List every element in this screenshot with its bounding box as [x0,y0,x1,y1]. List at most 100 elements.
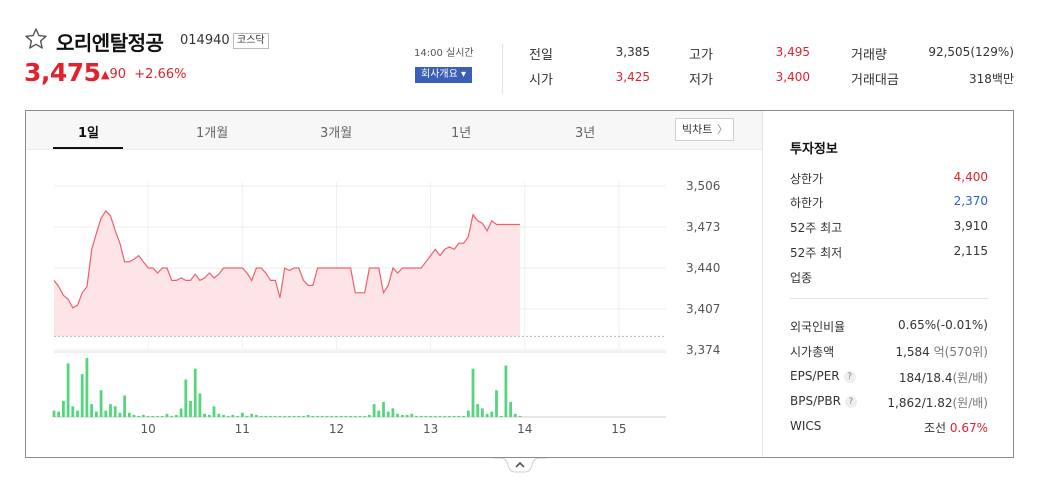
wics-sector[interactable]: 조선 [924,421,946,435]
volume-bar [118,412,122,417]
bps-pbr-unit: (원/배) [952,396,989,410]
price-area-layer [53,209,666,337]
volume-bar [250,413,254,417]
market-cap-rank-unit: 위) [972,345,988,359]
volume-bar [358,415,362,417]
foreign-ratio-number: 0.65% [898,318,937,332]
favorite-star-icon[interactable] [24,27,48,51]
bps-pbr-text: BPS/PBR [790,394,841,408]
x-tick-label: 10 [141,422,156,436]
volume-bar [424,415,428,417]
volume-value: 92,505(129%) [928,45,1014,59]
volume-bar [95,411,98,417]
volume-bar [137,415,141,417]
stock-name: 오리엔탈정공 [56,31,164,55]
volume-bar [457,415,461,417]
eps-per-label: EPS/PER? [790,369,856,383]
volume-bar [156,415,159,417]
volume-bar [99,390,103,417]
volume-bar [264,415,268,417]
tab-1month[interactable]: 1개월 [196,122,228,141]
volume-bar [391,408,395,417]
y-axis-ticks: 3,506 3,473 3,440 3,407 3,374 [686,179,720,357]
week52-high-label: 52주 최고 [790,221,843,235]
low-label: 저가 [689,73,713,88]
volume-bar [410,413,414,417]
bps-pbr-value: 1,862/1.82(원/배) [860,394,988,411]
volume-bar [151,415,155,417]
wics-label: WICS [790,419,822,433]
change-amount: 90 [109,67,127,82]
bps-pbr-label: BPS/PBR? [790,394,857,408]
header-divider [502,44,503,94]
big-chart-button[interactable]: 빅차트 〉 [675,118,734,141]
high-value: 3,495 [775,45,810,59]
tab-3year[interactable]: 3년 [575,122,595,141]
eps-per-text: EPS/PER [790,369,840,383]
foreign-ratio-label: 외국인비율 [790,320,846,334]
x-tick-label: 15 [611,422,626,436]
prev-close-value: 3,385 [615,45,650,59]
volume-bar [193,368,197,417]
turnover-value: 318백만 [969,72,1014,86]
big-chart-label: 빅차트 [682,123,713,136]
volume-bar [236,415,239,417]
upper-limit-value: 4,400 [953,170,988,184]
help-icon[interactable]: ? [843,371,856,383]
eps-per-value: 184/18.4(원/배) [860,369,988,386]
volume-bar [339,415,343,417]
volume-bar [71,406,75,417]
volume-label: 거래량 [851,48,887,63]
volume-bar [382,402,385,417]
volume-bar [240,412,244,417]
help-icon[interactable]: ? [844,396,857,408]
lower-limit-value: 2,370 [953,194,988,208]
x-tick-label: 12 [329,422,344,436]
x-tick-label: 13 [423,422,438,436]
volume-bar [443,415,447,417]
market-cap-label: 시가총액 [790,345,835,359]
volume-bar [255,414,258,417]
volume-bar [311,415,315,417]
open-value: 3,425 [615,70,650,84]
volume-bar [179,408,183,417]
eps-per-number: 184/18.4 [898,371,953,385]
volume-bar [462,415,465,417]
volume-bar [509,402,512,417]
volume-bar [320,415,324,417]
volume-bar [146,415,150,417]
foreign-ratio-change: (-0.01%) [936,318,988,332]
active-tab-underline [53,147,123,149]
collapse-toggle[interactable] [493,458,547,474]
volume-bar [386,411,390,417]
tab-1day[interactable]: 1일 [78,122,99,141]
wics-value: 조선 0.67% [870,419,988,436]
turnover-label: 거래대금 [851,73,899,88]
market-cap-number: 1,584 [895,345,930,359]
volume-bar [269,415,272,417]
x-axis-ticks: 10 11 12 13 14 15 [141,422,627,436]
volume-bar [203,413,206,417]
volume-bar [142,414,145,417]
high-label: 고가 [689,48,713,63]
eps-per-unit: (원/배) [952,371,989,385]
volume-bar [222,414,225,417]
volume-bar [325,415,329,417]
y-tick-label: 3,440 [686,261,720,275]
volume-bar [353,415,357,417]
volume-bar [273,415,277,417]
stock-code: 014940 [180,33,230,48]
volume-bar [344,415,348,417]
volume-bar [363,415,367,417]
volume-bar [288,415,291,417]
volume-bar [212,406,216,417]
open-label: 시가 [529,73,553,88]
volume-bar [466,410,470,417]
tab-3month[interactable]: 3개월 [320,122,352,141]
company-overview-button[interactable]: 회사개요 ▾ [415,67,472,83]
volume-bar [231,414,235,417]
tab-1year[interactable]: 1년 [451,122,471,141]
market-cap-value: 1,584 억(570위) [870,343,988,360]
week52-low-label: 52주 최저 [790,246,843,260]
change-percent: +2.66% [134,67,187,82]
